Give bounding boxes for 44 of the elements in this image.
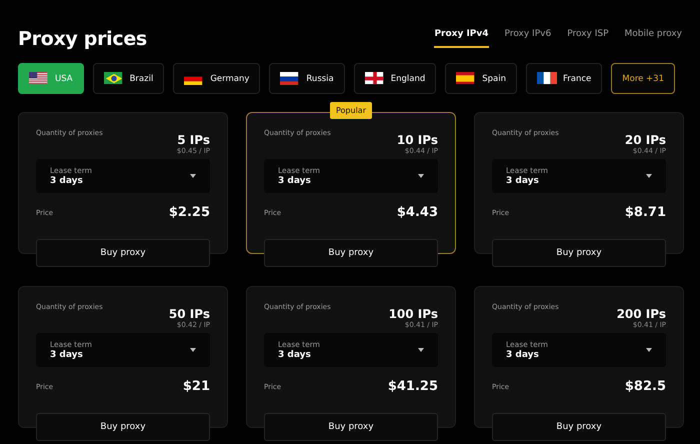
flag-icon [104,72,124,85]
flag-icon [184,72,204,85]
caret-icon [418,174,424,178]
quantity-value: 5 IPs [177,133,210,147]
price-value: $4.43 [396,205,438,220]
popular-badge: Popular [330,102,372,119]
quantity-value: 200 IPs [616,307,666,321]
price-value: $8.71 [624,205,666,220]
flag-icon [537,72,558,85]
price-value: $41.25 [388,379,438,394]
country-button[interactable]: England [354,63,436,94]
flag-icon [364,72,385,85]
price-value: $82.5 [624,379,666,394]
page-title: Proxy prices [18,28,147,50]
country-button[interactable]: Spain [445,63,518,94]
proxy-type-tab[interactable]: Proxy ISP [567,29,609,48]
price-value: $2.25 [168,205,210,220]
more-countries-button[interactable]: More +31 [611,63,675,94]
caret-icon [646,174,652,178]
buy-proxy-button[interactable]: Buy proxy [492,413,666,441]
country-button[interactable]: Russia [269,63,345,94]
caret-icon [646,348,652,352]
flag-icon [29,72,49,85]
caret-icon [190,348,196,352]
caret-icon [190,174,196,178]
flag-icon [280,72,300,85]
quantity-value: 50 IPs [168,307,210,321]
buy-proxy-button[interactable]: Buy proxy [36,239,210,267]
proxy-type-tab[interactable]: Mobile proxy [624,29,682,48]
buy-proxy-button[interactable]: Buy proxy [264,413,438,441]
proxy-type-tab[interactable]: Proxy IPv6 [504,29,552,48]
buy-proxy-button[interactable]: Buy proxy [492,239,666,267]
buy-proxy-button[interactable]: Buy proxy [264,239,438,267]
country-button[interactable]: France [526,63,602,94]
country-button[interactable]: Germany [173,63,260,94]
quantity-value: 20 IPs [624,133,666,147]
quantity-value: 100 IPs [388,307,438,321]
buy-proxy-button[interactable]: Buy proxy [36,413,210,441]
price-value: $21 [182,379,210,394]
flag-icon [456,72,476,85]
quantity-value: 10 IPs [396,133,438,147]
country-button[interactable]: Brazil [92,63,164,94]
caret-icon [418,348,424,352]
proxy-type-tab[interactable]: Proxy IPv4 [434,29,489,48]
